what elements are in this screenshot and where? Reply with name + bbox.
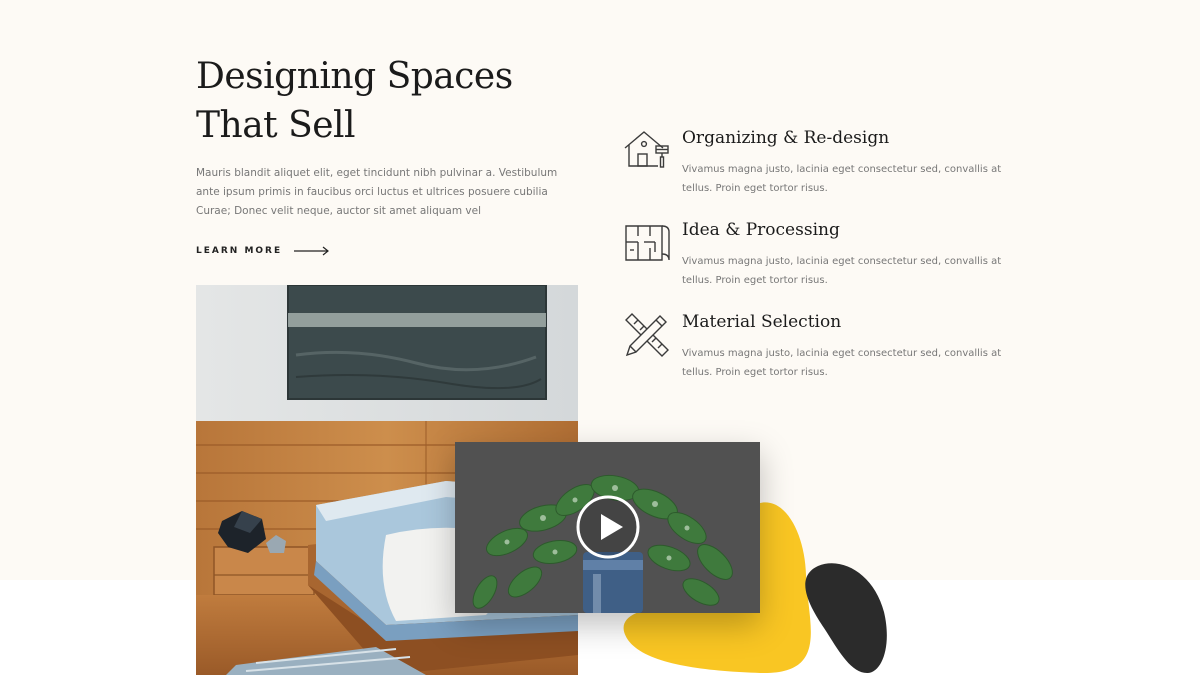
play-icon[interactable] [575,494,641,560]
service-item: Organizing & Re-design Vivamus magna jus… [620,124,1010,216]
video-thumbnail[interactable] [455,442,760,613]
service-item: Material Selection Vivamus magna justo, … [620,308,1010,400]
learn-more-label: LEARN MORE [196,246,283,256]
blueprint-icon [625,225,670,261]
service-title: Organizing & Re-design [682,128,890,148]
pencil-ruler-icon [625,313,669,357]
service-description: Vivamus magna justo, lacinia eget consec… [682,256,1002,286]
hero-description: Mauris blandit aliquet elit, eget tincid… [196,167,558,217]
house-paint-icon [624,131,669,168]
title-line-2: That Sell [196,105,356,146]
page-title: Designing Spaces That Sell [196,52,576,150]
arrow-right-icon [294,246,330,256]
service-title: Idea & Processing [682,220,840,240]
service-description: Vivamus magna justo, lacinia eget consec… [682,164,1002,194]
title-line-1: Designing Spaces [196,56,513,97]
dark-blob-decoration [805,563,887,674]
services-list: Organizing & Re-design Vivamus magna jus… [620,124,1010,400]
service-item: Idea & Processing Vivamus magna justo, l… [620,216,1010,308]
service-title: Material Selection [682,312,842,332]
service-description: Vivamus magna justo, lacinia eget consec… [682,348,1002,378]
learn-more-link[interactable]: LEARN MORE [196,246,330,256]
